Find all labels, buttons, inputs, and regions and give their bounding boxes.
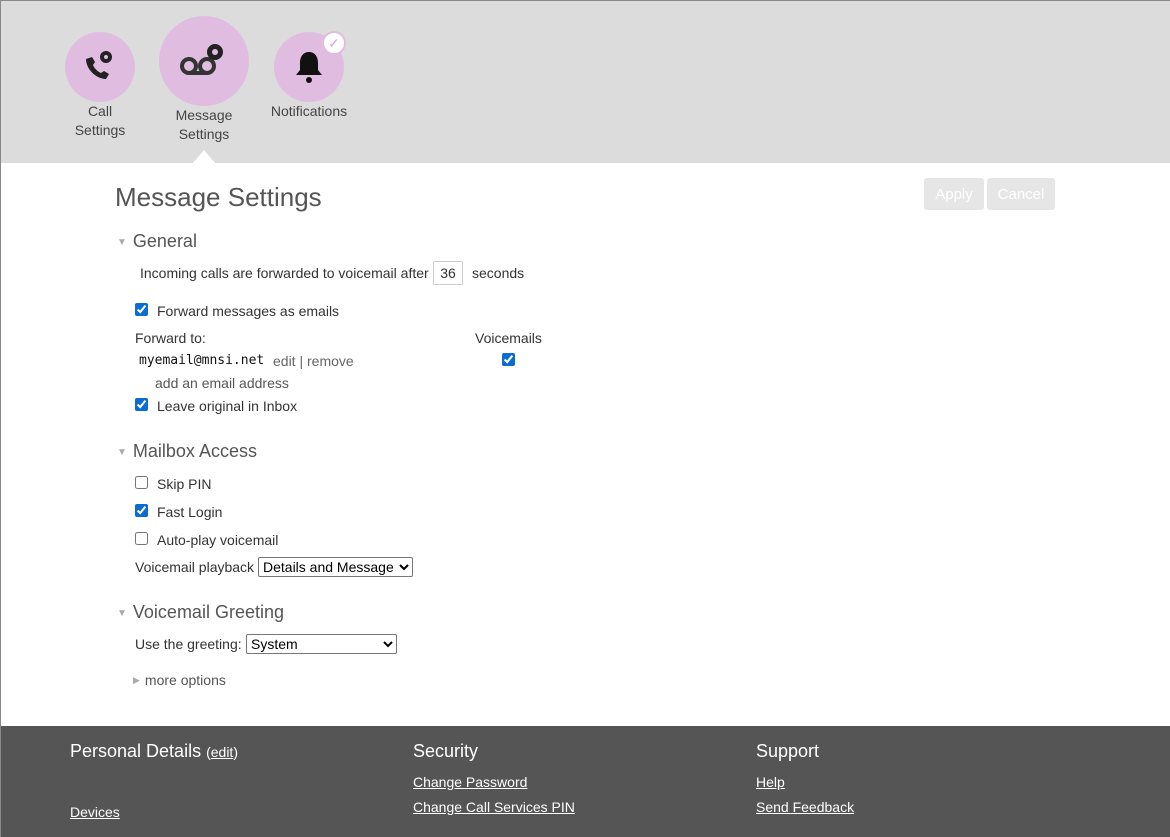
bell-icon: ✓ xyxy=(274,31,346,102)
nav-label: Settings xyxy=(178,126,230,142)
leave-original-checkbox[interactable] xyxy=(135,398,148,411)
nav-label: Notifications xyxy=(270,103,348,119)
check-badge: ✓ xyxy=(322,31,346,55)
forward-to-label: Forward to: xyxy=(135,330,206,346)
active-tab-pointer xyxy=(192,150,216,164)
help-link[interactable]: Help xyxy=(756,774,785,790)
footer: Personal Details (edit) Devices Security… xyxy=(1,726,1170,837)
forward-seconds-input[interactable] xyxy=(433,261,463,285)
more-options-toggle[interactable]: ▶ more options xyxy=(133,672,226,688)
heading-text: Personal Details xyxy=(70,741,202,761)
security-heading: Security xyxy=(413,741,479,761)
collapse-triangle-icon: ▼ xyxy=(117,447,127,458)
greeting-label: Use the greeting: xyxy=(135,636,242,652)
separator: | xyxy=(299,353,304,369)
playback-label: Voicemail playback xyxy=(135,559,255,575)
header: Call Settings Message Settings ✓ Notific… xyxy=(1,1,1170,164)
fast-login-label: Fast Login xyxy=(157,504,223,520)
playback-select[interactable]: Details and Message xyxy=(258,557,413,577)
forward-emails-checkbox[interactable] xyxy=(135,303,148,316)
personal-details-heading: Personal Details (edit) xyxy=(70,741,238,762)
section-general[interactable]: ▼ General xyxy=(117,231,197,252)
devices-link[interactable]: Devices xyxy=(70,804,120,820)
seconds-label: seconds xyxy=(472,265,525,281)
autoplay-checkbox[interactable] xyxy=(135,532,148,545)
cancel-button[interactable]: Cancel xyxy=(987,178,1055,210)
autoplay-label: Auto-play voicemail xyxy=(157,532,279,548)
paren: ) xyxy=(233,744,238,760)
send-feedback-link[interactable]: Send Feedback xyxy=(756,799,854,815)
remove-email-link[interactable]: remove xyxy=(307,353,354,369)
edit-email-link[interactable]: edit xyxy=(273,353,296,369)
voicemail-gear-icon xyxy=(159,16,249,106)
nav-label: Message xyxy=(175,107,233,123)
change-pin-link[interactable]: Change Call Services PIN xyxy=(413,799,575,815)
forward-emails-label: Forward messages as emails xyxy=(157,303,340,319)
section-mailbox-access[interactable]: ▼ Mailbox Access xyxy=(117,441,257,462)
more-options-label: more options xyxy=(144,672,226,688)
add-email-link[interactable]: add an email address xyxy=(155,375,289,391)
greeting-select[interactable]: System xyxy=(246,634,397,654)
section-heading: Voicemail Greeting xyxy=(132,602,284,622)
forward-email: myemail@mnsi.net xyxy=(139,353,265,368)
nav-label: Settings xyxy=(74,122,126,138)
section-voicemail-greeting[interactable]: ▼ Voicemail Greeting xyxy=(117,602,284,623)
collapse-triangle-icon: ▼ xyxy=(117,608,127,619)
page-title: Message Settings xyxy=(115,182,322,212)
nav-label: Call xyxy=(87,103,113,119)
voicemails-column-label: Voicemails xyxy=(475,330,542,346)
collapse-triangle-icon: ▼ xyxy=(117,237,127,248)
apply-button[interactable]: Apply xyxy=(924,178,984,210)
support-heading: Support xyxy=(756,741,820,761)
nav-call-settings[interactable]: Call Settings xyxy=(64,32,136,140)
section-heading: Mailbox Access xyxy=(132,441,257,461)
forward-delay-label: Incoming calls are forwarded to voicemai… xyxy=(140,265,429,281)
expand-triangle-icon: ▶ xyxy=(133,675,140,685)
skip-pin-checkbox[interactable] xyxy=(135,476,148,489)
nav-message-settings[interactable]: Message Settings xyxy=(158,16,250,144)
nav-notifications[interactable]: ✓ Notifications xyxy=(267,31,351,121)
leave-original-label: Leave original in Inbox xyxy=(157,398,298,414)
phone-gear-icon xyxy=(65,32,135,102)
email-voicemails-checkbox[interactable] xyxy=(502,353,515,366)
change-password-link[interactable]: Change Password xyxy=(413,774,527,790)
section-heading: General xyxy=(132,231,197,251)
skip-pin-label: Skip PIN xyxy=(157,476,212,492)
edit-personal-details-link[interactable]: edit xyxy=(211,744,234,760)
fast-login-checkbox[interactable] xyxy=(135,504,148,517)
